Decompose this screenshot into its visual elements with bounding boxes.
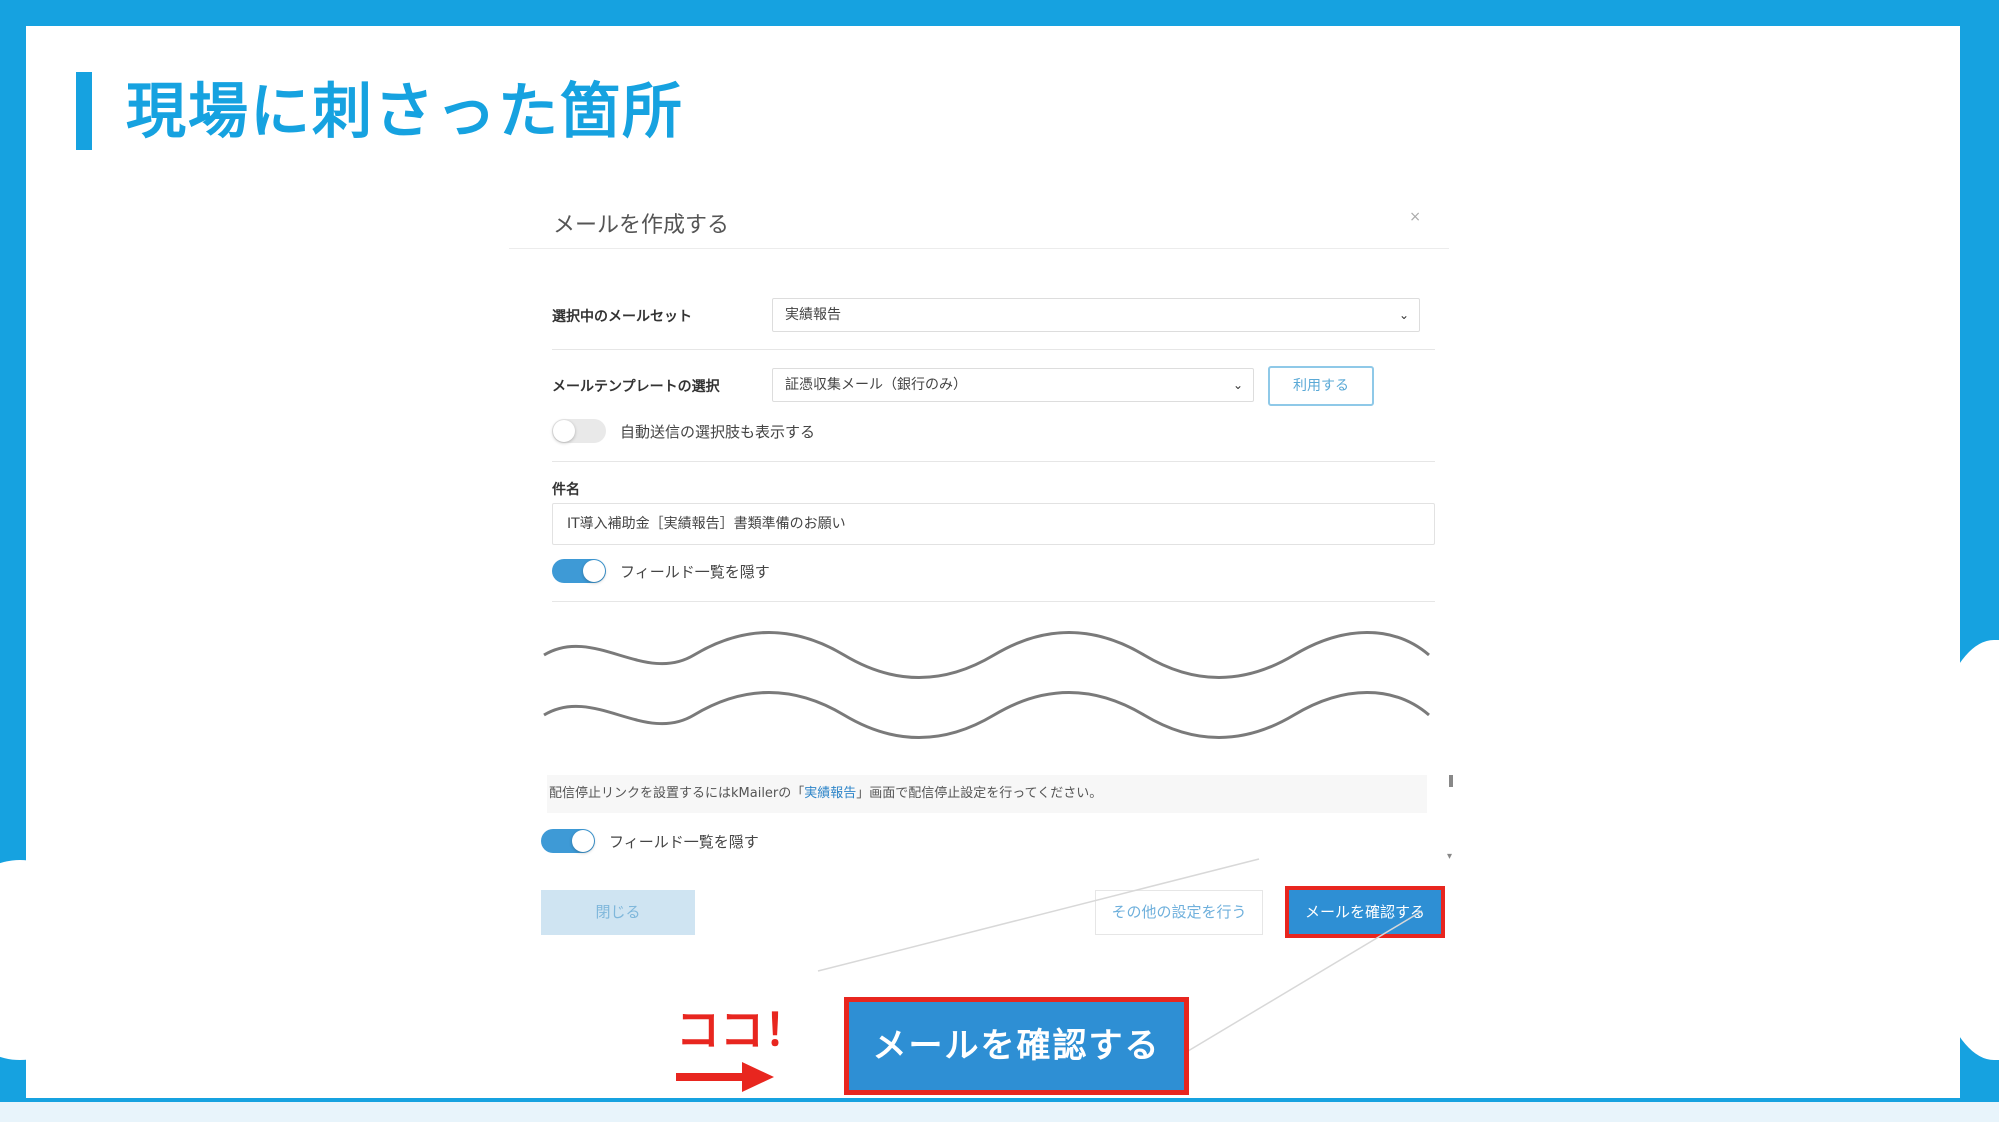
slide-title: 現場に刺さった箇所 xyxy=(126,77,684,147)
callout-pointer-text: ココ！ xyxy=(676,1005,808,1056)
wavy-line-bottom xyxy=(543,691,1430,739)
unsubscribe-note: 配信停止リンクを設置するにはkMailerの「実績報告」画面で配信停止設定を行っ… xyxy=(547,775,1427,813)
field-list-toggle-top-label: フィールド一覧を隠す xyxy=(620,563,770,581)
confirm-mail-button-zoomed: メールを確認する xyxy=(844,997,1189,1095)
modal-title: メールを作成する xyxy=(553,213,730,238)
close-icon[interactable]: × xyxy=(1409,209,1421,225)
divider xyxy=(552,349,1435,350)
auto-send-toggle-label: 自動送信の選択肢も表示する xyxy=(620,423,816,441)
close-button[interactable]: 閉じる xyxy=(541,890,695,935)
toggle-knob xyxy=(583,560,605,582)
modal-header: メールを作成する × xyxy=(509,189,1449,249)
field-list-toggle-bottom[interactable] xyxy=(541,829,595,853)
note-prefix: 配信停止リンクを設置するにはkMailerの「 xyxy=(549,786,805,801)
compose-mail-modal: メールを作成する × 選択中のメールセット 実績報告 ⌄ メールテンプレートの選… xyxy=(509,189,1459,945)
note-link[interactable]: 実績報告 xyxy=(804,786,856,801)
title-accent-bar xyxy=(76,72,92,150)
omission-wavy-lines xyxy=(543,631,1430,739)
arrow-head xyxy=(742,1062,774,1092)
template-select-value: 証憑収集メール（銀行のみ） xyxy=(785,377,967,393)
divider xyxy=(552,601,1435,602)
auto-send-toggle[interactable] xyxy=(552,419,606,443)
toggle-knob xyxy=(572,830,594,852)
subject-label: 件名 xyxy=(552,482,580,498)
wavy-line-top xyxy=(543,631,1430,679)
other-settings-button[interactable]: その他の設定を行う xyxy=(1095,890,1263,935)
note-suffix: 」画面で配信停止設定を行ってください。 xyxy=(856,786,1103,801)
arrow-shaft xyxy=(676,1073,746,1081)
right-arrow-icon xyxy=(676,1062,774,1092)
field-list-toggle-top[interactable] xyxy=(552,559,606,583)
template-select[interactable]: 証憑収集メール（銀行のみ） ⌄ xyxy=(772,368,1254,402)
scrollbar-thumb[interactable] xyxy=(1449,775,1453,787)
chevron-down-icon: ⌄ xyxy=(1398,308,1409,322)
divider xyxy=(552,461,1435,462)
mailset-select[interactable]: 実績報告 ⌄ xyxy=(772,298,1420,332)
mailset-select-value: 実績報告 xyxy=(785,307,841,323)
scroll-down-icon[interactable]: ▾ xyxy=(1447,851,1452,862)
subject-input[interactable]: IT導入補助金［実績報告］書類準備のお願い xyxy=(552,503,1435,545)
toggle-knob xyxy=(553,420,575,442)
confirm-mail-button[interactable]: メールを確認する xyxy=(1285,886,1445,938)
chevron-down-icon: ⌄ xyxy=(1232,378,1243,392)
decorative-bottom-band xyxy=(0,1102,1999,1122)
field-list-toggle-bottom-label: フィールド一覧を隠す xyxy=(609,833,759,851)
mailset-label: 選択中のメールセット xyxy=(552,309,692,325)
template-label: メールテンプレートの選択 xyxy=(552,379,720,395)
use-template-button[interactable]: 利用する xyxy=(1268,366,1374,406)
slide-canvas: 現場に刺さった箇所 メールを作成する × 選択中のメールセット 実績報告 ⌄ メ… xyxy=(26,26,1960,1098)
